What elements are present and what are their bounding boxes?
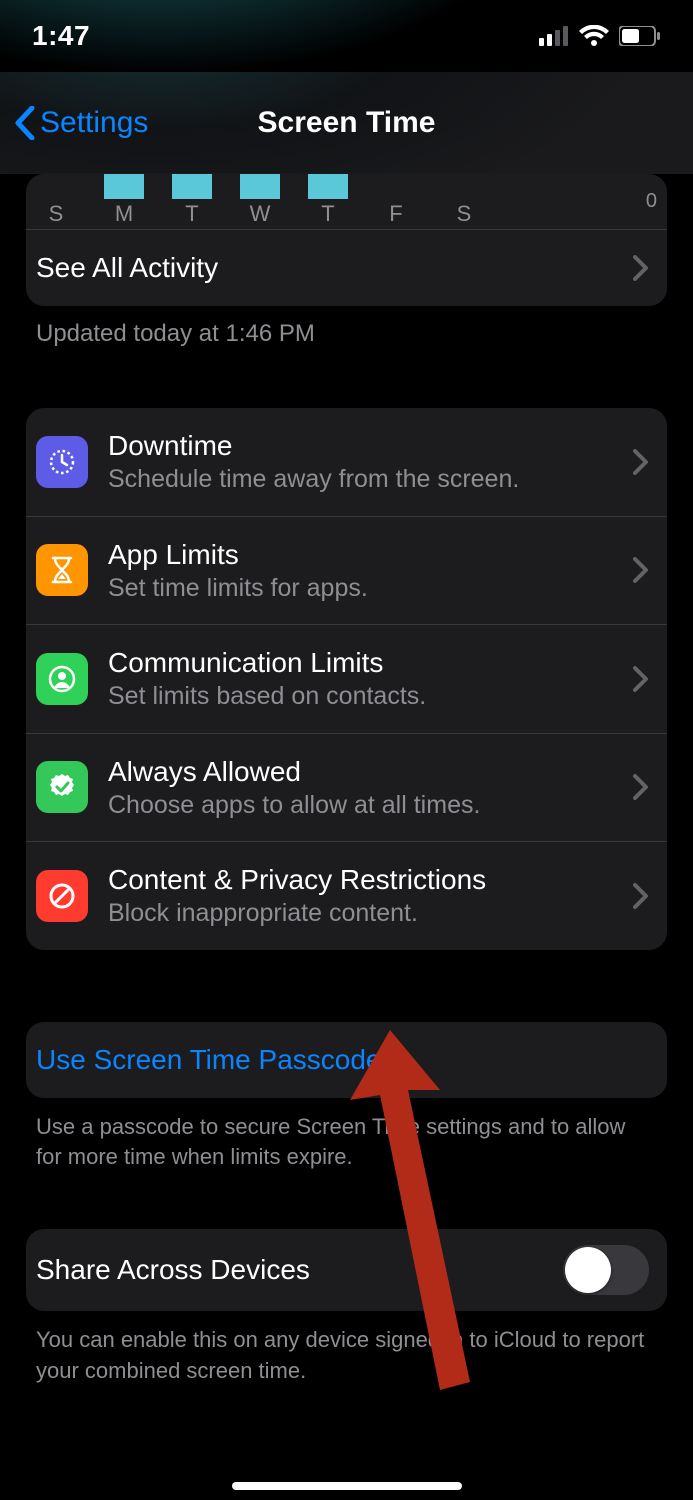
- use-passcode-row[interactable]: Use Screen Time Passcode: [26, 1022, 667, 1098]
- battery-icon: [619, 26, 661, 46]
- screentime-options-list: Downtime Schedule time away from the scr…: [26, 408, 667, 950]
- chevron-left-icon: [14, 106, 36, 140]
- home-indicator[interactable]: [232, 1482, 462, 1490]
- share-hint: You can enable this on any device signed…: [26, 1311, 667, 1387]
- share-label: Share Across Devices: [36, 1254, 310, 1286]
- row-communication-limits[interactable]: Communication Limits Set limits based on…: [26, 625, 667, 734]
- see-all-activity-row[interactable]: See All Activity: [26, 230, 667, 306]
- hourglass-icon: [36, 544, 88, 596]
- passcode-hint: Use a passcode to secure Screen Time set…: [26, 1098, 667, 1174]
- row-downtime[interactable]: Downtime Schedule time away from the scr…: [26, 408, 667, 517]
- row-title: App Limits: [108, 537, 613, 572]
- checkmark-seal-icon: [36, 761, 88, 813]
- row-subtitle: Block inappropriate content.: [108, 897, 613, 930]
- weekly-chart: S M T W T F S 0: [26, 174, 667, 230]
- no-entry-icon: [36, 870, 88, 922]
- chevron-right-icon: [633, 255, 649, 281]
- row-title: Always Allowed: [108, 754, 613, 789]
- content: S M T W T F S 0 See All Activity Updated…: [0, 174, 693, 1500]
- row-subtitle: Set limits based on contacts.: [108, 680, 613, 713]
- back-button[interactable]: Settings: [0, 106, 148, 140]
- row-subtitle: Choose apps to allow at all times.: [108, 789, 613, 822]
- contact-icon: [36, 653, 88, 705]
- share-toggle[interactable]: [563, 1245, 649, 1295]
- updated-text: Updated today at 1:46 PM: [26, 306, 667, 348]
- row-subtitle: Set time limits for apps.: [108, 572, 613, 605]
- chart-bar-tue: [172, 174, 212, 199]
- chart-bar-wed: [240, 174, 280, 199]
- see-all-activity-label: See All Activity: [36, 252, 218, 284]
- chevron-right-icon: [633, 774, 649, 800]
- use-passcode-label: Use Screen Time Passcode: [36, 1044, 382, 1075]
- status-bar: 1:47: [0, 0, 693, 72]
- row-app-limits[interactable]: App Limits Set time limits for apps.: [26, 517, 667, 626]
- row-title: Downtime: [108, 428, 613, 463]
- status-icons: [539, 25, 661, 47]
- chevron-right-icon: [633, 449, 649, 475]
- wifi-icon: [579, 25, 609, 47]
- activity-card: S M T W T F S 0 See All Activity: [26, 174, 667, 306]
- chevron-right-icon: [633, 883, 649, 909]
- chevron-right-icon: [633, 666, 649, 692]
- row-always-allowed[interactable]: Always Allowed Choose apps to allow at a…: [26, 734, 667, 843]
- row-subtitle: Schedule time away from the screen.: [108, 463, 613, 496]
- share-across-devices-row: Share Across Devices: [26, 1229, 667, 1311]
- back-label: Settings: [40, 106, 148, 140]
- nav-bar: Settings Screen Time: [0, 72, 693, 174]
- chart-bar-thu: [308, 174, 348, 199]
- row-content-privacy[interactable]: Content & Privacy Restrictions Block ina…: [26, 842, 667, 950]
- downtime-icon: [36, 436, 88, 488]
- chart-bar-mon: [104, 174, 144, 199]
- status-time: 1:47: [32, 20, 90, 52]
- chart-axis-days: S M T W T F S: [36, 201, 627, 227]
- row-title: Content & Privacy Restrictions: [108, 862, 613, 897]
- chart-zero-label: 0: [646, 190, 657, 213]
- cellular-icon: [539, 26, 569, 46]
- toggle-knob: [565, 1247, 611, 1293]
- row-title: Communication Limits: [108, 645, 613, 680]
- chevron-right-icon: [633, 557, 649, 583]
